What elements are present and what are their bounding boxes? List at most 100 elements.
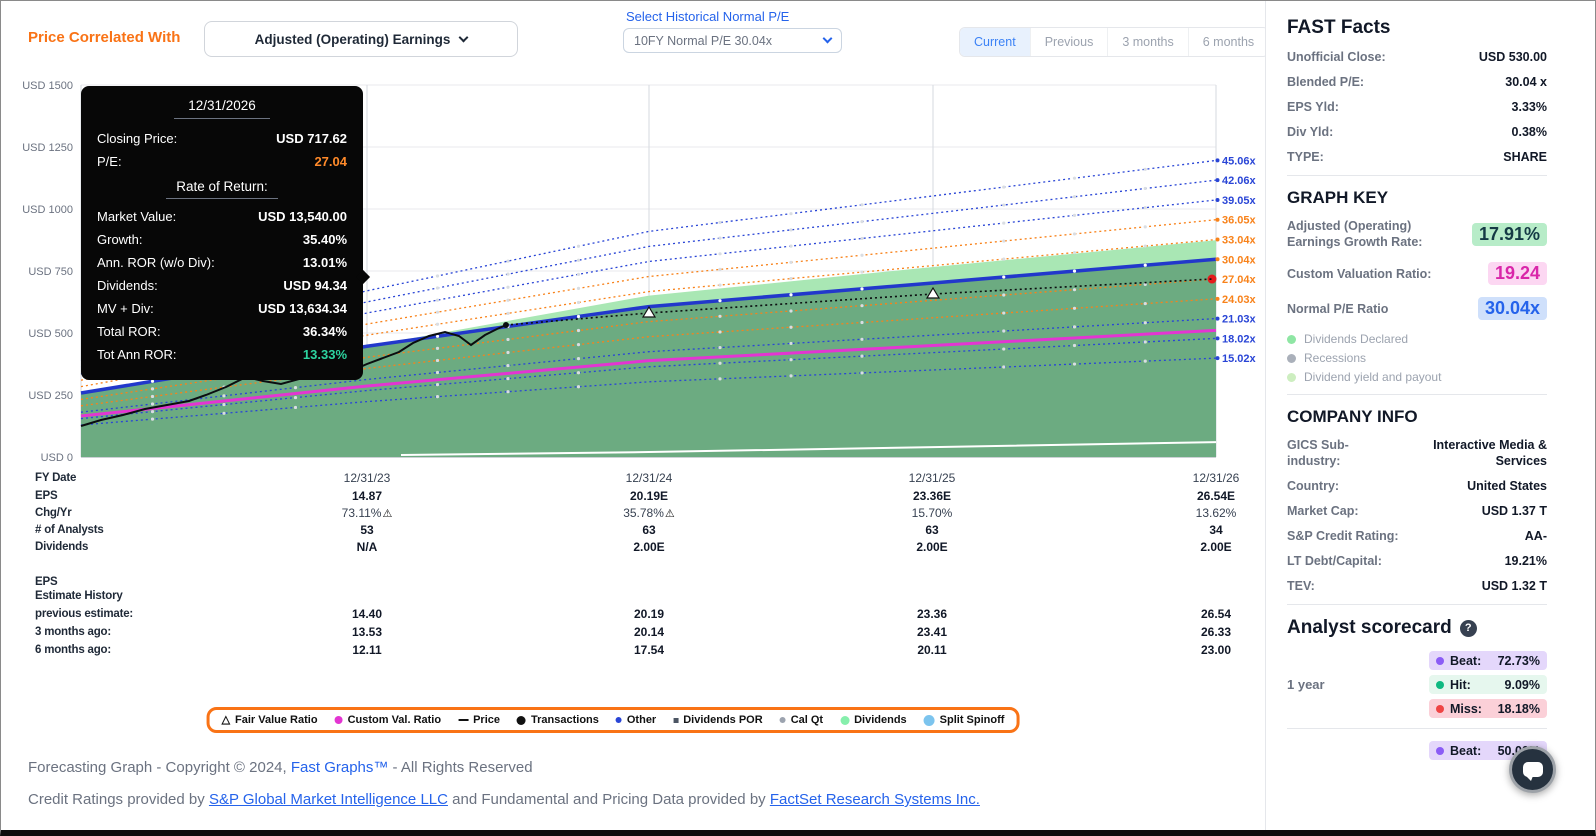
dividends-cell: 2.00E xyxy=(916,539,948,554)
period-button-3-months[interactable]: 3 months xyxy=(1108,28,1189,56)
copyright-line: Forecasting Graph - Copyright © 2024, Fa… xyxy=(28,759,533,776)
divider xyxy=(1287,728,1547,729)
price-correlated-label: Price Correlated With xyxy=(28,29,181,46)
period-button-6-months[interactable]: 6 months xyxy=(1188,28,1269,56)
tooltip-label: Closing Price: xyxy=(97,131,178,146)
graph-key-title: GRAPH KEY xyxy=(1287,188,1389,207)
tooltip-section-title: Rate of Return: xyxy=(166,179,278,199)
svg-text:USD 0: USD 0 xyxy=(41,452,73,464)
tooltip-date: 12/31/2026 xyxy=(174,98,270,119)
tooltip-value: USD 13,540.00 xyxy=(258,209,347,224)
beat-dot-icon xyxy=(1436,746,1444,755)
blue-dot-icon xyxy=(615,717,622,723)
recessions-dot-icon xyxy=(1287,353,1296,363)
tooltip-label: P/E: xyxy=(97,154,122,169)
magenta-dot-icon xyxy=(334,716,343,724)
tooltip-row: Closing Price: USD 717.62 xyxy=(97,127,347,150)
tooltip-value: USD 717.62 xyxy=(276,131,347,146)
table-row: EPS Estimate History xyxy=(1,575,1358,605)
company-info-row: Country: United States xyxy=(1287,479,1547,493)
svg-text:45.06x: 45.06x xyxy=(1222,155,1257,167)
key-legend-item: Recessions xyxy=(1287,351,1547,365)
chart-legend: △ Fair Value Ratio Custom Val. Ratio Pric… xyxy=(206,707,1020,733)
period-segmented-control: Current Previous 3 months 6 months xyxy=(959,27,1270,57)
normal-pe-select-value: 10FY Normal P/E 30.04x xyxy=(634,33,773,48)
history-cell: 20.19 xyxy=(633,607,665,621)
tooltip-label: Ann. ROR (w/o Div): xyxy=(97,255,215,270)
history-cell: 14.40 xyxy=(351,607,383,621)
chevron-down-icon xyxy=(822,33,833,44)
legend-item-split-spinoff[interactable]: Split Spinoff xyxy=(923,714,1004,726)
dividends-declared-dot-icon xyxy=(1287,334,1296,344)
table-row: # of Analysts 53 63 63 34 xyxy=(1,521,1358,538)
beat-dot-icon xyxy=(1436,656,1444,665)
growth-rate-row: Adjusted (Operating) Earnings Growth Rat… xyxy=(1287,218,1547,250)
fast-facts-title: FAST Facts xyxy=(1287,17,1391,38)
eps-cell: 23.36E xyxy=(912,488,952,503)
chevron-down-icon xyxy=(458,32,469,42)
svg-text:27.04x: 27.04x xyxy=(1222,274,1257,286)
period-button-current[interactable]: Current xyxy=(960,28,1031,56)
history-cell: 13.53 xyxy=(351,625,383,639)
legend-item-dividends-por[interactable]: Dividends POR xyxy=(673,714,763,726)
normal-pe-select-label: Select Historical Normal P/E xyxy=(626,9,790,24)
fast-graphs-app: Price Correlated With Adjusted (Operatin… xyxy=(0,0,1596,836)
tooltip-value: 13.01% xyxy=(302,255,347,270)
miss-dot-icon xyxy=(1436,704,1444,713)
legend-item-dividends[interactable]: Dividends xyxy=(840,714,907,726)
legend-item-other[interactable]: Other xyxy=(615,714,656,726)
sp-global-link[interactable]: S&P Global Market Intelligence LLC xyxy=(209,791,448,808)
key-legend-item: Dividend yield and payout xyxy=(1287,370,1547,384)
chg-cell: 15.70% xyxy=(911,505,953,520)
svg-text:36.05x: 36.05x xyxy=(1222,215,1257,227)
help-icon[interactable]: ? xyxy=(1459,619,1477,637)
custom-valuation-value: 19.24 xyxy=(1487,262,1547,285)
tooltip-label: Growth: xyxy=(97,232,143,247)
fact-row: EPS Yld: 3.33% xyxy=(1287,100,1547,114)
history-cell: 23.41 xyxy=(916,625,948,639)
warning-icon: ⚠ xyxy=(664,507,675,520)
chat-button[interactable] xyxy=(1509,746,1556,793)
factset-link[interactable]: FactSet Research Systems Inc. xyxy=(770,791,980,808)
scorecard-period: 1 year xyxy=(1287,677,1325,692)
row-label: # of Analysts xyxy=(35,523,104,536)
credits-line: Credit Ratings provided by S&P Global Ma… xyxy=(28,791,980,808)
table-row: Dividends N/A 2.00E 2.00E 2.00E xyxy=(1,538,1358,555)
fact-row: Unofficial Close: USD 530.00 xyxy=(1287,50,1547,64)
period-button-previous[interactable]: Previous xyxy=(1030,28,1109,56)
growth-rate-value: 17.91% xyxy=(1471,222,1547,246)
chg-cell: 35.78%⚠ xyxy=(623,505,675,520)
warning-icon: ⚠ xyxy=(382,507,393,520)
dividends-cell: 2.00E xyxy=(633,539,665,554)
table-row: previous estimate: 14.40 20.19 23.36 26.… xyxy=(1,605,1358,623)
svg-text:USD 500: USD 500 xyxy=(28,328,73,340)
legend-item-transactions[interactable]: Transactions xyxy=(517,714,599,726)
analysts-cell: 63 xyxy=(642,522,656,537)
green-dot-icon xyxy=(840,715,850,725)
fast-graphs-link[interactable]: Fast Graphs™ xyxy=(291,759,389,776)
fy-date-cell: 12/31/25 xyxy=(908,471,956,485)
tooltip-value: USD 94.34 xyxy=(283,278,347,293)
table-row: FY Date 12/31/23 12/31/24 12/31/25 12/31… xyxy=(1,469,1358,487)
legend-item-cal-qt[interactable]: Cal Qt xyxy=(779,714,823,726)
svg-text:30.04x: 30.04x xyxy=(1222,254,1257,266)
chg-cell: 73.11%⚠ xyxy=(341,505,393,520)
divider xyxy=(1287,604,1547,605)
row-label: Chg/Yr xyxy=(35,506,72,519)
tooltip-label: Total ROR: xyxy=(97,324,161,339)
history-cell: 20.11 xyxy=(917,643,947,657)
row-label: FY Date xyxy=(35,472,77,484)
legend-item-custom-val-ratio[interactable]: Custom Val. Ratio xyxy=(334,714,441,726)
legend-item-fair-value-ratio[interactable]: △ Fair Value Ratio xyxy=(222,714,318,726)
normal-pe-select[interactable]: 10FY Normal P/E 30.04x xyxy=(623,28,842,53)
row-label: previous estimate: xyxy=(35,608,134,620)
legend-item-price[interactable]: Price xyxy=(458,714,500,726)
company-info-title: COMPANY INFO xyxy=(1287,407,1418,426)
chart-tooltip: 12/31/2026 Closing Price: USD 717.62 P/E… xyxy=(81,86,371,380)
company-info-row: TEV: USD 1.32 T xyxy=(1287,579,1547,593)
lightblue-dot-icon xyxy=(923,714,935,726)
earnings-type-dropdown[interactable]: Adjusted (Operating) Earnings xyxy=(204,21,518,57)
fact-row: Blended P/E: 30.04 x xyxy=(1287,75,1547,89)
svg-text:USD 1000: USD 1000 xyxy=(22,204,73,216)
normal-pe-value: 30.04x xyxy=(1477,297,1547,320)
